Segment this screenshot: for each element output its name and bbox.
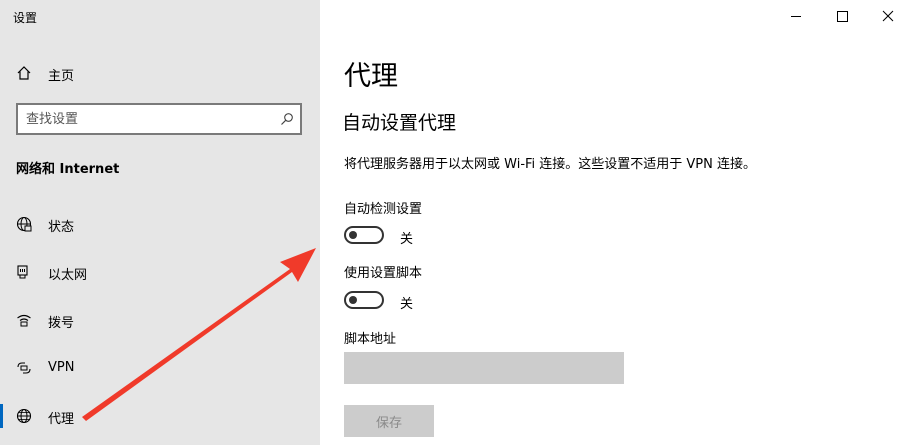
sidebar-item-label: 拨号	[48, 316, 75, 331]
sidebar-item-label: 以太网	[48, 268, 88, 283]
app-title: 设置	[13, 11, 38, 25]
close-icon	[882, 10, 894, 22]
active-indicator	[0, 404, 3, 428]
main-content: 代理 自动设置代理 将代理服务器用于以太网或 Wi-Fi 连接。这些设置不适用于…	[320, 0, 911, 445]
auto-detect-label: 自动检测设置	[344, 202, 423, 217]
globe-status-icon	[16, 216, 32, 232]
section-heading: 网络和 Internet	[16, 162, 120, 177]
vpn-icon	[17, 362, 31, 374]
sidebar-item-ethernet[interactable]: 以太网	[0, 255, 320, 289]
sidebar-item-dialup[interactable]: 拨号	[0, 303, 320, 337]
home-icon	[17, 66, 31, 80]
maximize-button[interactable]	[819, 0, 865, 32]
nav-home[interactable]: 主页	[0, 58, 320, 88]
page-title: 代理	[344, 61, 398, 92]
globe-icon	[16, 408, 32, 424]
maximize-icon	[837, 11, 848, 22]
script-address-label: 脚本地址	[344, 332, 397, 347]
minimize-icon	[791, 16, 801, 17]
sidebar-item-vpn[interactable]: VPN	[0, 351, 320, 385]
dialup-icon	[17, 314, 31, 327]
setup-script-toggle[interactable]	[344, 291, 384, 309]
section-subtitle: 自动设置代理	[342, 112, 457, 134]
setup-script-label: 使用设置脚本	[344, 266, 423, 281]
toggle-knob	[349, 296, 357, 304]
close-button[interactable]	[865, 0, 911, 32]
minimize-button[interactable]	[773, 0, 819, 32]
auto-detect-state: 关	[400, 232, 414, 247]
auto-detect-toggle[interactable]	[344, 226, 384, 244]
search-icon[interactable]	[280, 112, 294, 126]
search-input[interactable]	[26, 110, 271, 128]
toggle-knob	[349, 231, 357, 239]
sidebar-item-label: VPN	[48, 360, 75, 375]
setup-script-state: 关	[400, 297, 414, 312]
sidebar-item-label: 代理	[48, 412, 75, 427]
save-button[interactable]: 保存	[344, 405, 434, 437]
script-address-input[interactable]	[344, 352, 624, 384]
search-box[interactable]	[16, 103, 302, 135]
sidebar-item-proxy[interactable]: 代理	[0, 399, 320, 433]
proxy-description: 将代理服务器用于以太网或 Wi-Fi 连接。这些设置不适用于 VPN 连接。	[344, 157, 757, 172]
ethernet-icon	[17, 265, 28, 279]
nav-home-label: 主页	[48, 69, 75, 84]
sidebar: 设置 主页 网络和 Internet 状态 以太网	[0, 0, 320, 445]
sidebar-item-status[interactable]: 状态	[0, 207, 320, 241]
sidebar-item-label: 状态	[48, 220, 75, 235]
